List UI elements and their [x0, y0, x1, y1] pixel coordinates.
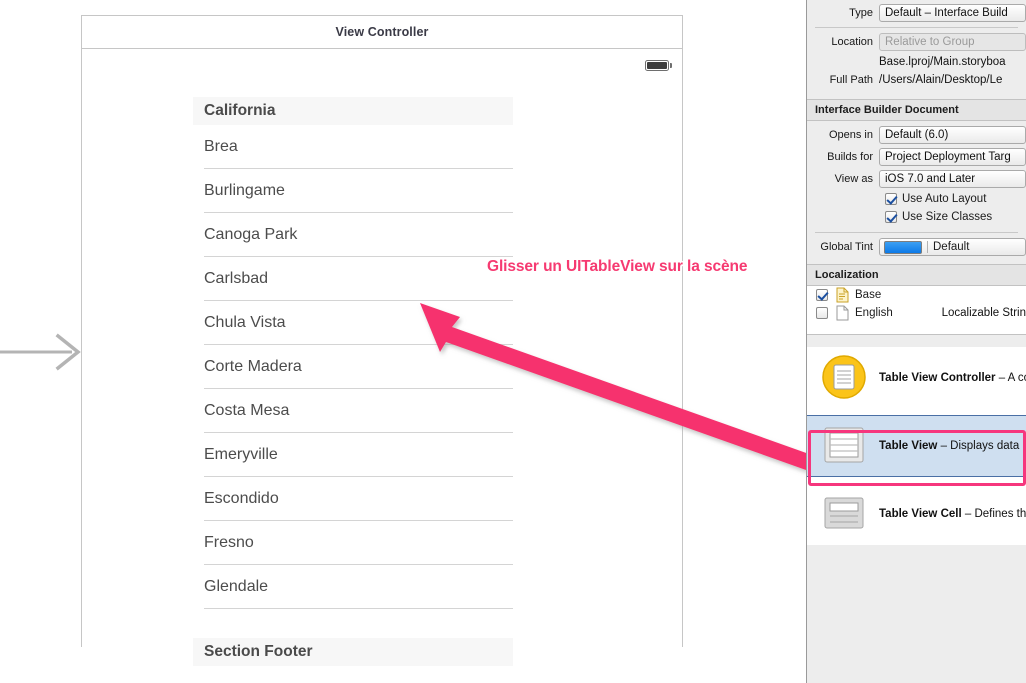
file-path-value: Base.lproj/Main.storyboa [879, 56, 1006, 68]
localization-row[interactable]: English Localizable Strin [807, 304, 1026, 322]
table-row[interactable]: Emeryville [193, 433, 513, 477]
view-as-label: View as [834, 173, 873, 185]
table-row[interactable]: Canoga Park [193, 213, 513, 257]
table-row[interactable]: Brea [193, 125, 513, 169]
table-row[interactable]: Carlsbad [193, 257, 513, 301]
file-location-row[interactable]: Location Relative to Group [807, 31, 1026, 53]
file-fullpath-label: Full Path [829, 74, 873, 86]
battery-full-icon [645, 59, 669, 71]
library-item-text: Table View Cell – Defines the a [879, 508, 1026, 520]
use-size-classes-checkbox[interactable] [885, 211, 897, 223]
builds-for-label: Builds for [827, 151, 873, 163]
localization-name: English [855, 307, 893, 319]
library-item-text: Table View Controller – A co [879, 372, 1026, 384]
file-type-row[interactable]: Type Default – Interface Build [807, 2, 1026, 24]
builds-for-select[interactable]: Project Deployment Targ [879, 148, 1026, 166]
status-bar [632, 57, 672, 73]
global-tint-control[interactable]: Default [879, 238, 1026, 256]
color-swatch-icon[interactable] [884, 240, 922, 254]
file-fullpath-value: /Users/Alain/Desktop/Le [879, 74, 1003, 86]
library-item-description: – A co [998, 372, 1026, 384]
annotation-text: Glisser un UITableView sur la scène [487, 258, 748, 275]
table-row[interactable]: Escondido [193, 477, 513, 521]
view-as-row[interactable]: View as iOS 7.0 and Later [807, 168, 1026, 190]
divider [815, 27, 1018, 28]
storyboard-canvas[interactable]: View Controller California Brea Burlingam… [0, 0, 806, 683]
localization-checkbox[interactable] [816, 307, 828, 319]
use-auto-layout-checkbox[interactable] [885, 193, 897, 205]
localization-list[interactable]: Base English Localizable Strin [807, 286, 1026, 335]
localization-type: Localizable Strin [941, 307, 1026, 319]
library-item-title: Table View [879, 440, 938, 452]
file-path-row: Base.lproj/Main.storyboa [807, 53, 1026, 71]
ib-document-section-title: Interface Builder Document [807, 99, 1026, 121]
use-size-classes-row[interactable]: Use Size Classes [807, 208, 1026, 226]
file-location-select[interactable]: Relative to Group [879, 33, 1026, 51]
builds-for-row[interactable]: Builds for Project Deployment Targ [807, 146, 1026, 168]
page-title: View Controller [335, 25, 429, 39]
table-row[interactable]: Corte Madera [193, 345, 513, 389]
table-row[interactable]: Fresno [193, 521, 513, 565]
table-footer-gap [193, 609, 513, 638]
file-type-label: Type [849, 7, 873, 19]
library-item-table-view-cell[interactable]: Table View Cell – Defines the a [807, 483, 1026, 545]
localization-section-title: Localization [807, 264, 1026, 286]
table-cell-list[interactable]: Brea Burlingame Canoga Park Carlsbad Chula V… [193, 125, 513, 609]
localization-row[interactable]: Base [807, 286, 1026, 304]
document-icon [836, 305, 849, 321]
scene-titlebar: View Controller [82, 16, 682, 49]
table-view-controller-icon [821, 354, 867, 403]
table-row[interactable]: Burlingame [193, 169, 513, 213]
localization-checkbox[interactable] [816, 289, 828, 301]
divider [815, 232, 1018, 233]
file-type-select[interactable]: Default – Interface Build [879, 4, 1026, 22]
table-view-cell-icon [821, 490, 867, 539]
localization-name: Base [855, 289, 882, 301]
library-item-table-view-controller[interactable]: Table View Controller – A co [807, 347, 1026, 409]
battery-cap [670, 62, 672, 68]
library-item-text: Table View – Displays data in a [879, 440, 1026, 452]
table-view[interactable]: California Brea Burlingame Canoga Park Carl… [193, 97, 513, 666]
library-item-description: – Displays data in a [940, 440, 1026, 452]
opens-in-row[interactable]: Opens in Default (6.0) [807, 124, 1026, 146]
table-view-icon [821, 422, 867, 471]
opens-in-select[interactable]: Default (6.0) [879, 126, 1026, 144]
object-library-list[interactable]: Table View Controller – A co Table View –… [807, 347, 1026, 545]
table-row[interactable]: Costa Mesa [193, 389, 513, 433]
use-auto-layout-label: Use Auto Layout [902, 193, 987, 205]
document-localized-icon [836, 287, 849, 303]
file-fullpath-row: Full Path /Users/Alain/Desktop/Le [807, 71, 1026, 89]
scene-body[interactable]: California Brea Burlingame Canoga Park Carl… [82, 49, 682, 666]
use-auto-layout-row[interactable]: Use Auto Layout [807, 190, 1026, 208]
battery-fill [647, 61, 667, 69]
table-section-header: California [193, 97, 513, 125]
view-controller-scene[interactable]: View Controller California Brea Burlingam… [81, 15, 683, 666]
opens-in-label: Opens in [828, 129, 873, 141]
table-section-footer: Section Footer [193, 638, 513, 666]
divider [927, 241, 928, 253]
use-size-classes-label: Use Size Classes [902, 211, 993, 223]
file-inspector-panel[interactable]: Type Default – Interface Build Location … [806, 0, 1026, 683]
entry-point-arrow-icon [0, 333, 81, 371]
library-item-title: Table View Controller [879, 372, 996, 384]
library-item-table-view[interactable]: Table View – Displays data in a [807, 415, 1026, 477]
table-row[interactable]: Glendale [193, 565, 513, 609]
table-row[interactable]: Chula Vista [193, 301, 513, 345]
view-as-select[interactable]: iOS 7.0 and Later [879, 170, 1026, 188]
library-item-title: Table View Cell [879, 508, 962, 520]
global-tint-value: Default [933, 241, 970, 253]
global-tint-row[interactable]: Global Tint Default [807, 236, 1026, 258]
file-location-label: Location [831, 36, 873, 48]
library-item-description: – Defines the a [964, 508, 1026, 520]
global-tint-label: Global Tint [820, 241, 873, 253]
